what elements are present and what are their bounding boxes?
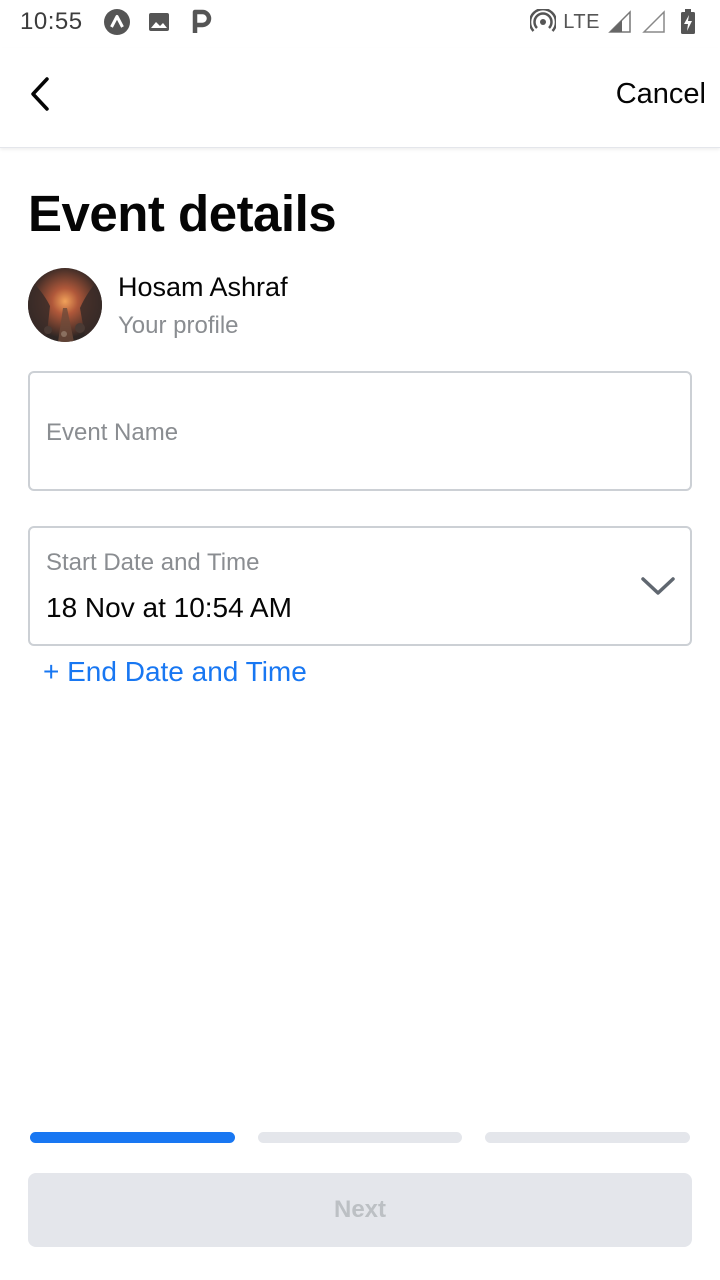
network-type: LTE [563, 10, 600, 33]
profile-row[interactable]: Hosam Ashraf Your profile [28, 268, 688, 344]
signal-empty-icon [640, 8, 668, 36]
status-left-icons [103, 8, 215, 36]
hotspot-icon [529, 8, 557, 36]
avatar [28, 268, 102, 342]
next-button[interactable]: Next [28, 1173, 692, 1247]
parking-p-icon [187, 8, 215, 36]
profile-subtitle: Your profile [118, 312, 239, 339]
chevron-down-icon [638, 566, 678, 606]
start-datetime-field[interactable]: Start Date and Time 18 Nov at 10:54 AM [28, 526, 692, 646]
event-name-field[interactable]: Event Name [28, 371, 692, 491]
app-a-icon [103, 8, 131, 36]
status-right: LTE [529, 8, 702, 36]
status-time: 10:55 [20, 8, 83, 35]
progress-step-2 [257, 1132, 463, 1143]
app-bar: Cancel [0, 48, 720, 148]
step-progress [30, 1132, 691, 1144]
event-name-placeholder: Event Name [46, 419, 179, 446]
battery-charging-icon [674, 8, 702, 36]
image-icon [145, 8, 173, 36]
start-datetime-value: 18 Nov at 10:54 AM [46, 592, 292, 623]
signal-icon [606, 8, 634, 36]
start-datetime-label: Start Date and Time [46, 549, 260, 576]
add-end-datetime-link[interactable]: + End Date and Time [43, 656, 307, 688]
status-bar: 10:55 LTE [0, 0, 720, 44]
chevron-left-icon [27, 76, 57, 117]
back-button[interactable] [18, 72, 66, 120]
page-title: Event details [28, 185, 337, 242]
cancel-button[interactable]: Cancel [616, 78, 706, 111]
profile-name: Hosam Ashraf [118, 272, 288, 302]
progress-step-1 [30, 1132, 235, 1143]
progress-step-3 [485, 1132, 691, 1143]
